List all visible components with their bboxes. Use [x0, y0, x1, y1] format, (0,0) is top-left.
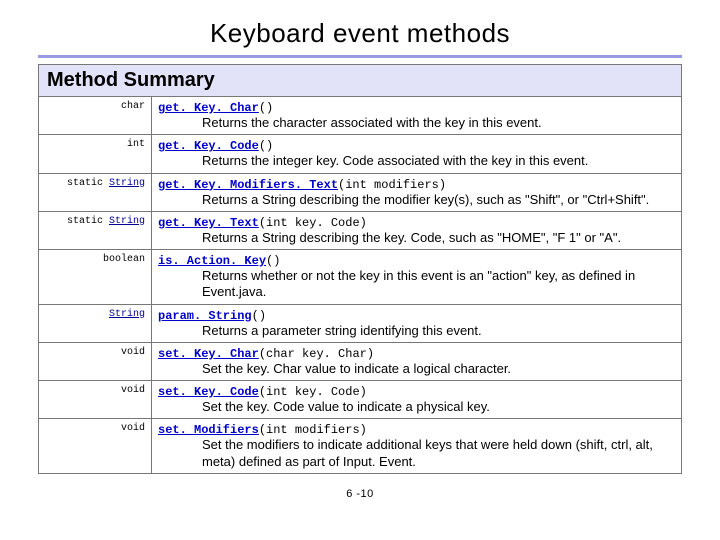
table-row: booleanis. Action. Key()Returns whether … [39, 250, 682, 305]
method-summary-table: Method Summary charget. Key. Char()Retur… [38, 64, 682, 474]
return-type: void [39, 419, 152, 474]
table-row: intget. Key. Code()Returns the integer k… [39, 135, 682, 173]
return-type: char [39, 97, 152, 135]
table-row: voidset. Key. Char(char key. Char)Set th… [39, 342, 682, 380]
method-desc: Set the modifiers to indicate additional… [158, 437, 675, 470]
method-params: () [252, 309, 266, 323]
return-type-link[interactable]: String [109, 216, 145, 227]
return-type-link[interactable]: String [109, 309, 145, 320]
slide: Keyboard event methods Method Summary ch… [0, 0, 720, 510]
table-row: charget. Key. Char()Returns the characte… [39, 97, 682, 135]
method-desc: Returns a String describing the key. Cod… [158, 230, 675, 246]
method-link[interactable]: get. Key. Char [158, 101, 259, 115]
method-link[interactable]: set. Modifiers [158, 423, 259, 437]
return-type: int [39, 135, 152, 173]
method-desc: Returns whether or not the key in this e… [158, 268, 675, 301]
method-desc: Set the key. Code value to indicate a ph… [158, 399, 675, 415]
method-link[interactable]: param. String [158, 309, 252, 323]
table-row: voidset. Key. Code(int key. Code)Set the… [39, 381, 682, 419]
return-type: static String [39, 211, 152, 249]
method-desc: Returns the character associated with th… [158, 115, 675, 131]
method-desc: Returns a String describing the modifier… [158, 192, 675, 208]
return-type: boolean [39, 250, 152, 305]
method-link[interactable]: set. Key. Char [158, 347, 259, 361]
table-row: static Stringget. Key. Modifiers. Text(i… [39, 173, 682, 211]
method-desc: Returns the integer key. Code associated… [158, 153, 675, 169]
method-cell: is. Action. Key()Returns whether or not … [152, 250, 682, 305]
method-params: (int modifiers) [259, 423, 367, 437]
method-cell: set. Key. Code(int key. Code)Set the key… [152, 381, 682, 419]
return-type-link[interactable]: String [109, 178, 145, 189]
return-type: static String [39, 173, 152, 211]
method-params: () [259, 101, 273, 115]
return-type: void [39, 342, 152, 380]
table-row: String param. String()Returns a parameter… [39, 304, 682, 342]
method-cell: get. Key. Char()Returns the character as… [152, 97, 682, 135]
page-number: 6 -10 [38, 488, 682, 500]
method-params: () [266, 254, 280, 268]
method-cell: get. Key. Code()Returns the integer key.… [152, 135, 682, 173]
method-desc: Returns a parameter string identifying t… [158, 323, 675, 339]
method-link[interactable]: get. Key. Text [158, 216, 259, 230]
page-title: Keyboard event methods [38, 18, 682, 49]
method-params: (int key. Code) [259, 216, 367, 230]
method-link[interactable]: get. Key. Modifiers. Text [158, 178, 338, 192]
table-header: Method Summary [39, 65, 682, 97]
method-params: (int key. Code) [259, 385, 367, 399]
method-cell: get. Key. Text(int key. Code)Returns a S… [152, 211, 682, 249]
return-type: String [39, 304, 152, 342]
method-cell: set. Modifiers(int modifiers)Set the mod… [152, 419, 682, 474]
table-header-row: Method Summary [39, 65, 682, 97]
method-link[interactable]: is. Action. Key [158, 254, 266, 268]
method-params: () [259, 139, 273, 153]
method-cell: set. Key. Char(char key. Char)Set the ke… [152, 342, 682, 380]
divider [38, 55, 682, 58]
table-row: static Stringget. Key. Text(int key. Cod… [39, 211, 682, 249]
method-link[interactable]: set. Key. Code [158, 385, 259, 399]
method-desc: Set the key. Char value to indicate a lo… [158, 361, 675, 377]
method-cell: get. Key. Modifiers. Text(int modifiers)… [152, 173, 682, 211]
method-params: (char key. Char) [259, 347, 374, 361]
method-params: (int modifiers) [338, 178, 446, 192]
table-row: voidset. Modifiers(int modifiers)Set the… [39, 419, 682, 474]
method-link[interactable]: get. Key. Code [158, 139, 259, 153]
method-cell: param. String()Returns a parameter strin… [152, 304, 682, 342]
return-type: void [39, 381, 152, 419]
